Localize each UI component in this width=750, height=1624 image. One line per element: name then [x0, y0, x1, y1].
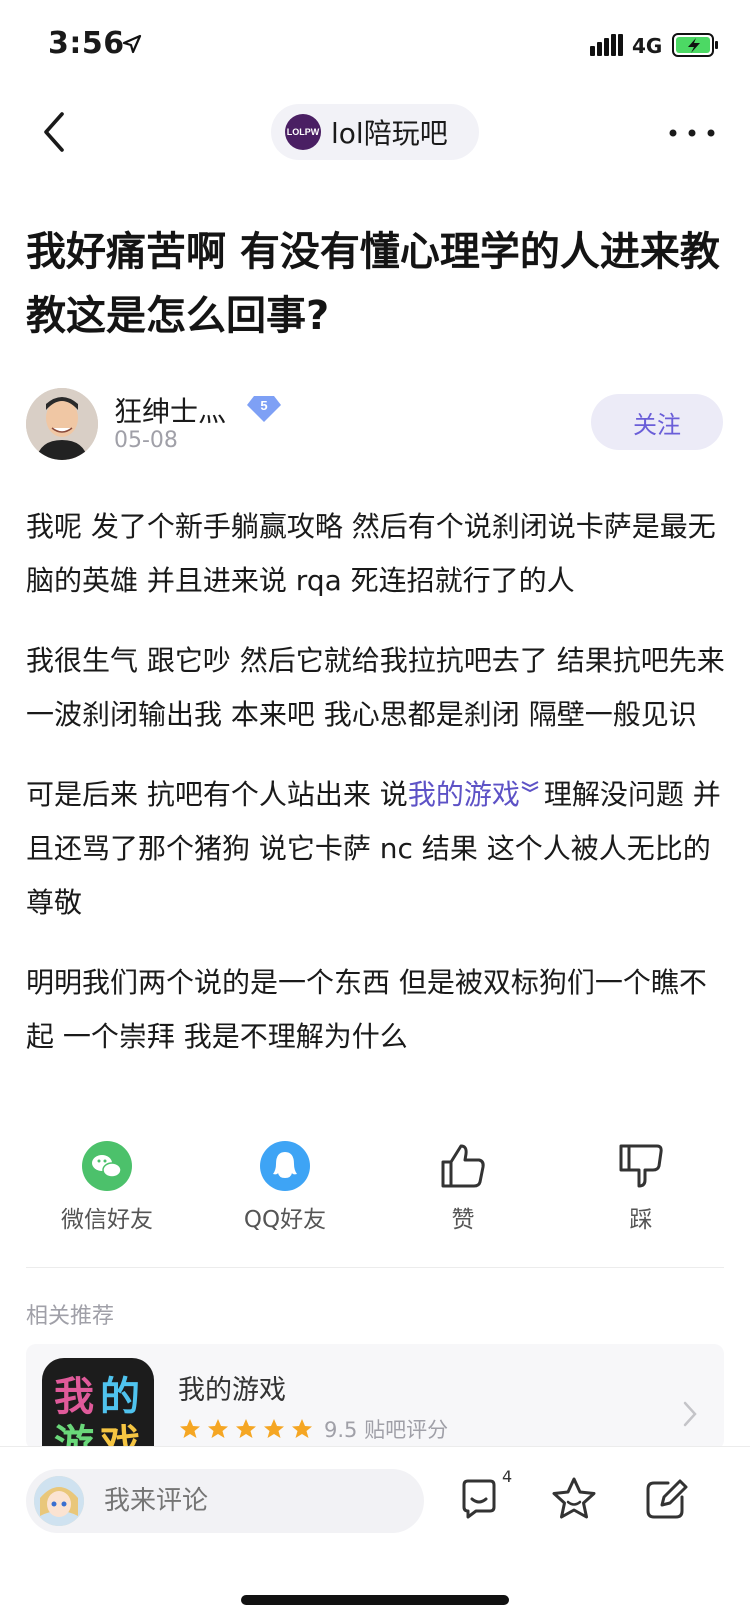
- status-time: 3:56: [48, 26, 125, 61]
- comment-box[interactable]: [26, 1469, 424, 1533]
- rating-text: 9.5 贴吧评分: [324, 1418, 449, 1442]
- related-game-card[interactable]: 我 的 游 戏 我的游戏 9.5 贴吧评分: [26, 1344, 724, 1450]
- dislike-label: 踩: [629, 1207, 653, 1233]
- like-label: 赞: [451, 1207, 475, 1233]
- action-bar: 微信好友 QQ好友 赞 踩: [0, 1140, 750, 1250]
- more-icon[interactable]: [668, 128, 716, 138]
- post-title: 我好痛苦啊 有没有懂心理学的人进来教教这是怎么回事?: [26, 229, 720, 339]
- bottom-bar: 4: [0, 1446, 750, 1624]
- avatar-portrait-icon: [26, 388, 98, 460]
- chevron-right-icon: [683, 1401, 697, 1427]
- game-icon-char: 游: [54, 1422, 94, 1450]
- paragraph-3: 可是后来 抗吧有个人站出来 说我的游戏 理解没问题 并且还骂了那个猪狗 说它卡萨 …: [26, 768, 726, 930]
- star-icon: [264, 1419, 284, 1438]
- status-bar: 3:56 4G: [0, 0, 750, 88]
- forum-name: lol陪玩吧: [331, 117, 448, 150]
- game-name: 我的游戏: [178, 1375, 286, 1406]
- paragraph-3-before: 可是后来 抗吧有个人站出来 说: [26, 778, 408, 811]
- post-content: 我呢 发了个新手躺赢攻略 然后有个说刹闭说卡萨是最无脑的英雄 并且进来说 rqa…: [26, 500, 726, 1090]
- share-wechat-button[interactable]: 微信好友: [27, 1140, 187, 1234]
- comment-input[interactable]: [104, 1486, 384, 1516]
- paragraph-4: 明明我们两个说的是一个东西 但是被双标狗们一个瞧不起 一个崇拜 我是不理解为什么: [26, 966, 707, 1053]
- back-icon[interactable]: [40, 108, 70, 156]
- post-date: 05-08: [114, 428, 178, 453]
- star-icon: [292, 1419, 312, 1438]
- home-indicator[interactable]: [241, 1595, 509, 1605]
- paragraph-1: 我呢 发了个新手躺赢攻略 然后有个说刹闭说卡萨是最无脑的英雄 并且进来说 rqa…: [26, 510, 716, 597]
- signal-icon: [590, 34, 623, 56]
- level-badge: 5: [247, 396, 281, 422]
- comment-count: 4: [502, 1467, 513, 1486]
- divider: [26, 1267, 724, 1268]
- location-arrow-icon: [122, 34, 142, 54]
- star-icon: [208, 1419, 228, 1438]
- forum-logo-text: LOLPW: [286, 127, 320, 137]
- level-number: 5: [260, 398, 267, 413]
- network-label: 4G: [632, 34, 663, 58]
- forum-logo: LOLPW: [285, 114, 321, 150]
- user-avatar: [34, 1476, 84, 1526]
- qq-label: QQ好友: [243, 1207, 327, 1233]
- dislike-button[interactable]: 踩: [561, 1140, 721, 1234]
- battery-charging-icon: [672, 33, 718, 57]
- game-link[interactable]: 我的游戏: [408, 778, 520, 811]
- wechat-icon: [82, 1141, 132, 1191]
- related-title: 相关推荐: [26, 1304, 115, 1329]
- comment-icon[interactable]: [456, 1475, 504, 1523]
- qq-icon: [260, 1141, 310, 1191]
- like-button[interactable]: 赞: [383, 1140, 543, 1234]
- thumbs-down-icon: [619, 1144, 663, 1188]
- author-name[interactable]: 狂绅士灬: [114, 390, 226, 430]
- game-icon-char: 戏: [100, 1422, 140, 1450]
- game-icon: 我 的 游 戏: [42, 1358, 154, 1450]
- edit-icon[interactable]: [642, 1475, 690, 1523]
- share-qq-button[interactable]: QQ好友: [205, 1140, 365, 1234]
- star-icon: [236, 1419, 256, 1438]
- wechat-label: 微信好友: [61, 1207, 153, 1233]
- user-avatar-portrait-icon: [34, 1476, 84, 1526]
- paragraph-2: 我很生气 跟它吵 然后它就给我拉抗吧去了 结果抗吧先来一波刹闭输出我 本来吧 我…: [26, 644, 725, 731]
- thumbs-up-icon: [441, 1144, 485, 1188]
- favorite-star-icon[interactable]: [550, 1475, 598, 1523]
- forum-pill[interactable]: LOLPW lol陪玩吧: [271, 104, 479, 160]
- star-icon: [180, 1419, 200, 1438]
- game-link-icon[interactable]: [520, 778, 540, 796]
- rating-stars: 9.5 贴吧评分: [178, 1414, 448, 1444]
- follow-button[interactable]: 关注: [591, 394, 723, 450]
- author-avatar[interactable]: [26, 388, 98, 460]
